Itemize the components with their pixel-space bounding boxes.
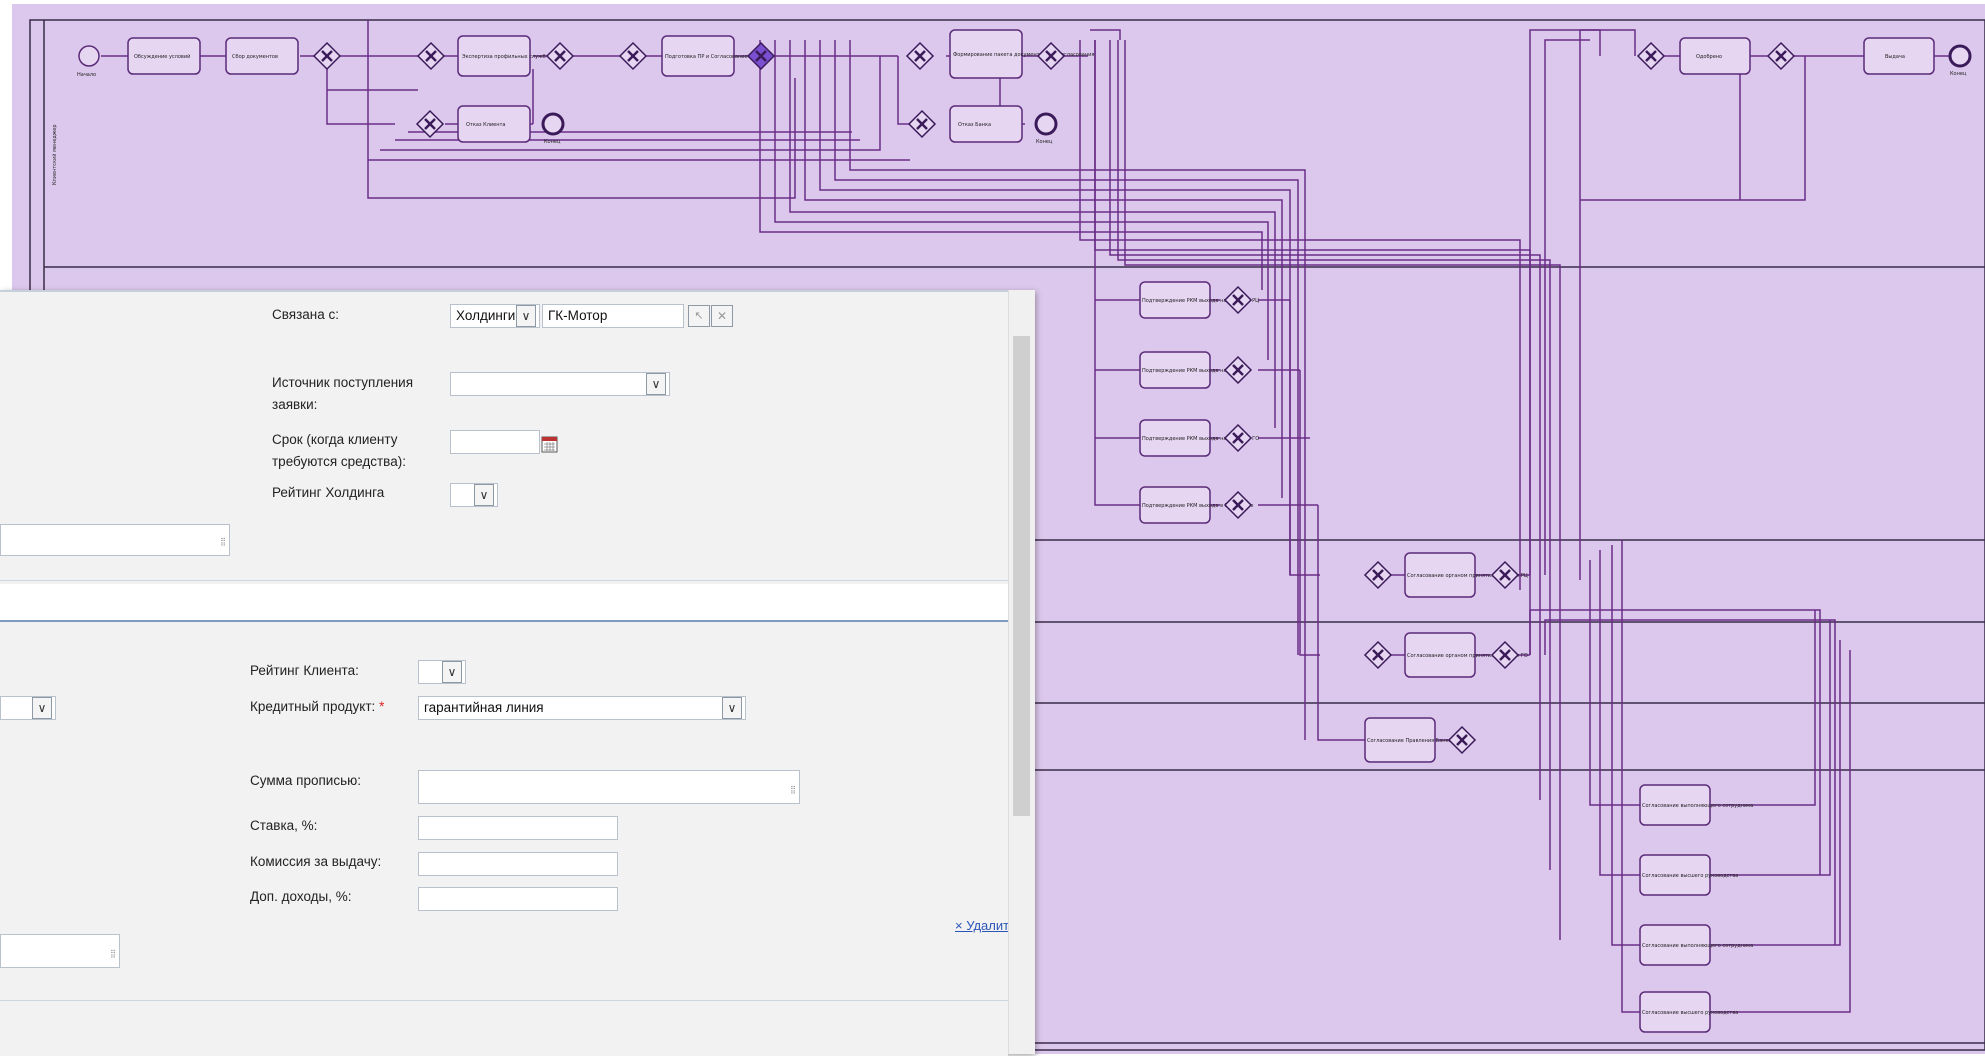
amount-words-textarea[interactable]: ⣿: [418, 770, 800, 804]
chevron-down-icon[interactable]: ∨: [516, 305, 536, 327]
client-rating-label: Рейтинг Клиента:: [250, 663, 359, 678]
source-label: Источник поступления заявки:: [272, 375, 414, 412]
task-client-refusal[interactable]: Отказ Клиента: [457, 105, 531, 143]
task-label: Согласование выполняющего сотрудника: [1642, 803, 1753, 809]
calendar-icon[interactable]: [541, 435, 558, 453]
task-issue[interactable]: Выдача: [1863, 37, 1935, 75]
task-label: Отказ Клиента: [466, 122, 506, 128]
chevron-down-icon[interactable]: ∨: [474, 484, 494, 506]
resize-grip-icon: ⣿: [790, 785, 796, 794]
chevron-down-icon[interactable]: ∨: [646, 373, 666, 395]
task-label: Согласование Правления Банка: [1367, 738, 1452, 744]
deadline-label: Срок (когда клиенту требуются средства):: [272, 432, 406, 469]
task-label: Подготовка ПР и Согласование СРО: [665, 54, 760, 60]
end-label: Конец: [1950, 71, 1967, 77]
rate-label: Ставка, %:: [250, 818, 318, 833]
task-approve[interactable]: Одобрено: [1679, 37, 1751, 75]
rate-field[interactable]: [418, 816, 618, 840]
task-bank-refusal[interactable]: Отказ Банка: [949, 105, 1023, 143]
credit-product-select[interactable]: гарантийная линия: [418, 696, 746, 720]
task-label: Обсуждение условий: [134, 53, 190, 60]
comment-textarea[interactable]: ⣿: [0, 524, 230, 556]
source-select[interactable]: [450, 372, 670, 396]
extra-income-field[interactable]: [418, 887, 618, 911]
credit-application-form: Связана с: Холдинги ∨ ГК-Мотор ↖ ✕ Источ…: [0, 290, 1035, 1056]
pointer-icon[interactable]: ↖: [688, 305, 710, 327]
scrollbar-thumb[interactable]: [1013, 336, 1030, 816]
task-label: Согласование выполняющего сотрудника: [1642, 943, 1753, 949]
task-label: Согласование высшего руководства: [1642, 873, 1738, 879]
task-label: Согласование высшего руководства: [1642, 1010, 1738, 1016]
section-divider: [0, 1000, 1008, 1001]
end-event-icon: [541, 112, 565, 136]
task-label: Экспертиза профильных служб: [462, 54, 546, 60]
fee-label: Комиссия за выдачу:: [250, 854, 382, 869]
linked-value-text: ГК-Мотор: [548, 308, 608, 323]
section-divider: [0, 580, 1008, 581]
required-mark: *: [379, 699, 385, 714]
note-textarea[interactable]: ⣿: [0, 934, 120, 968]
linked-type-value: Холдинги: [456, 308, 516, 323]
end-label: Конец: [1036, 139, 1053, 145]
credit-product-value: гарантийная линия: [424, 700, 544, 715]
credit-product-label-text: Кредитный продукт:: [250, 699, 376, 714]
task-label: Сбор документов: [232, 54, 278, 60]
holding-rating-label: Рейтинг Холдинга: [272, 485, 385, 500]
chevron-down-icon[interactable]: ∨: [722, 697, 742, 719]
linked-value-field[interactable]: ГК-Мотор: [542, 304, 684, 328]
task-label: Отказ Банка: [958, 122, 991, 128]
chevron-down-icon[interactable]: ∨: [32, 697, 52, 719]
credit-product-label: Кредитный продукт: *: [250, 696, 384, 718]
end-event-icon: [1948, 44, 1972, 68]
end-event-icon: [1034, 112, 1058, 136]
task-discuss[interactable]: Обсуждение условий: [127, 37, 201, 75]
close-icon[interactable]: ✕: [711, 305, 733, 327]
scrollbar[interactable]: [1008, 290, 1035, 1054]
task-collect[interactable]: Сбор документов: [225, 37, 299, 75]
fee-field[interactable]: [418, 852, 618, 876]
linked-label: Связана с:: [272, 307, 339, 322]
end-label: Конец: [544, 139, 561, 145]
task-label: Одобрено: [1696, 54, 1722, 60]
task-label: Выдача: [1885, 54, 1905, 60]
lane-label: Клиентский менеджер: [51, 124, 58, 185]
delete-link[interactable]: × Удалить: [955, 918, 1016, 933]
resize-grip-icon: ⣿: [110, 949, 116, 958]
holding-panel: Связана с: Холдинги ∨ ГК-Мотор ↖ ✕ Источ…: [0, 290, 1008, 584]
start-event-icon: [78, 45, 100, 67]
deadline-field[interactable]: [450, 430, 540, 454]
extra-income-label: Доп. доходы, %:: [250, 889, 352, 904]
chevron-down-icon[interactable]: ∨: [442, 661, 462, 683]
start-label: Начало: [77, 72, 96, 78]
resize-grip-icon: ⣿: [220, 537, 226, 546]
amount-words-label: Сумма прописью:: [250, 773, 362, 788]
task-label: Формирование пакета документов для согла…: [953, 52, 1094, 58]
